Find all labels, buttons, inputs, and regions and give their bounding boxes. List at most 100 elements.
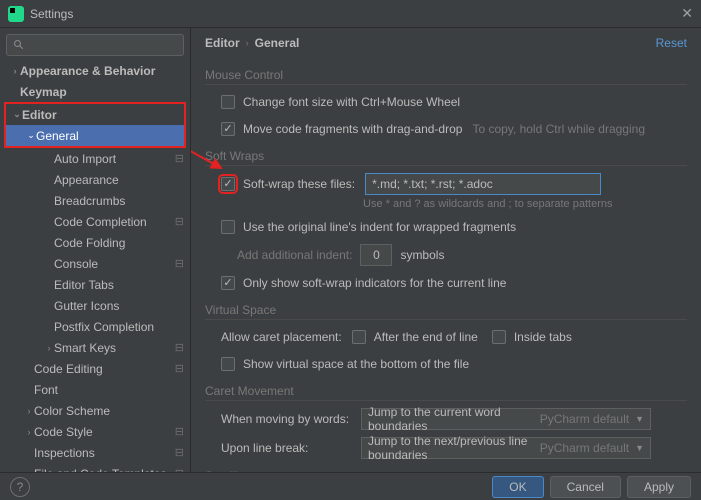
dropdown-line-break[interactable]: Jump to the next/previous line boundarie… — [361, 437, 651, 459]
chevron-down-icon: ⌄ — [12, 109, 22, 120]
label: Move code fragments with drag-and-drop — [243, 122, 462, 136]
section-caret-movement: Caret Movement — [205, 384, 687, 401]
gear-icon: ⊟ — [175, 341, 184, 354]
hint: Use * and ? as wildcards and ; to separa… — [363, 198, 687, 210]
label: Add additional indent: — [237, 248, 352, 262]
chevron-down-icon: ▼ — [635, 443, 644, 453]
label: Show virtual space at the bottom of the … — [243, 357, 469, 371]
chevron-right-icon: › — [24, 427, 34, 437]
sidebar-item-postfix-completion[interactable]: Postfix Completion — [0, 316, 190, 337]
sidebar-item-label: Color Scheme — [34, 404, 184, 418]
cancel-button[interactable]: Cancel — [550, 476, 621, 498]
section-scrolling: Scrolling — [205, 469, 687, 472]
sidebar-item-label: Appearance — [54, 173, 184, 187]
sidebar-item-code-style[interactable]: ›Code Style⊟ — [0, 421, 190, 442]
gear-icon: ⊟ — [175, 425, 184, 438]
sidebar-item-appearance[interactable]: Appearance — [0, 169, 190, 190]
ok-button[interactable]: OK — [492, 476, 543, 498]
reset-link[interactable]: Reset — [656, 36, 687, 50]
sidebar-item-label: Font — [34, 383, 184, 397]
sidebar-item-label: Console — [54, 257, 175, 271]
sidebar-item-label: General — [36, 129, 178, 143]
additional-indent-input[interactable] — [360, 244, 392, 266]
sidebar-item-label: Postfix Completion — [54, 320, 184, 334]
gear-icon: ⊟ — [175, 362, 184, 375]
gear-icon: ⊟ — [175, 446, 184, 459]
sidebar-item-code-completion[interactable]: Code Completion⊟ — [0, 211, 190, 232]
label: Soft-wrap these files: — [243, 177, 355, 191]
sidebar-item-code-folding[interactable]: Code Folding — [0, 232, 190, 253]
checkbox-font-size[interactable] — [221, 95, 235, 109]
sidebar-item-breadcrumbs[interactable]: Breadcrumbs — [0, 190, 190, 211]
apply-button[interactable]: Apply — [627, 476, 691, 498]
chevron-right-icon: › — [24, 406, 34, 416]
sidebar-item-file-and-code-templates[interactable]: File and Code Templates⊟ — [0, 463, 190, 472]
sidebar-item-label: File and Code Templates — [34, 467, 175, 473]
checkbox-after-eol[interactable] — [352, 330, 366, 344]
breadcrumb-part-1: Editor — [205, 36, 240, 50]
close-icon[interactable]: ✕ — [681, 5, 693, 22]
sidebar-item-color-scheme[interactable]: ›Color Scheme — [0, 400, 190, 421]
sidebar-item-label: Code Style — [34, 425, 175, 439]
sidebar-item-label: Code Folding — [54, 236, 184, 250]
label: Change font size with Ctrl+Mouse Wheel — [243, 95, 460, 109]
sidebar-item-label: Editor Tabs — [54, 278, 184, 292]
chevron-right-icon: › — [10, 66, 20, 76]
label: Use the original line's indent for wrapp… — [243, 220, 516, 234]
sidebar-item-label: Gutter Icons — [54, 299, 184, 313]
help-button[interactable]: ? — [10, 477, 30, 497]
sidebar-item-gutter-icons[interactable]: Gutter Icons — [0, 295, 190, 316]
label: symbols — [400, 248, 444, 262]
checkbox-soft-wrap[interactable] — [221, 177, 235, 191]
gear-icon: ⊟ — [175, 152, 184, 165]
sidebar-item-inspections[interactable]: Inspections⊟ — [0, 442, 190, 463]
sidebar-item-font[interactable]: Font — [0, 379, 190, 400]
label: When moving by words: — [221, 412, 361, 426]
checkbox-soft-wrap-indicators[interactable] — [221, 276, 235, 290]
sidebar-item-label: Breadcrumbs — [54, 194, 184, 208]
search-input[interactable] — [6, 34, 184, 56]
gear-icon: ⊟ — [175, 257, 184, 270]
chevron-down-icon: ▼ — [635, 414, 644, 424]
chevron-right-icon: › — [246, 38, 249, 48]
label: Upon line break: — [221, 441, 361, 455]
sidebar-item-label: Smart Keys — [54, 341, 175, 355]
sidebar-item-editor[interactable]: ⌄Editor — [6, 104, 184, 125]
soft-wrap-patterns-input[interactable] — [365, 173, 601, 195]
sidebar-item-label: Keymap — [20, 85, 184, 99]
sidebar-item-label: Auto Import — [54, 152, 175, 166]
sidebar-item-editor-tabs[interactable]: Editor Tabs — [0, 274, 190, 295]
label: Inside tabs — [514, 330, 572, 344]
sidebar-item-label: Code Completion — [54, 215, 175, 229]
sidebar-item-keymap[interactable]: Keymap — [0, 81, 190, 102]
breadcrumb-part-2: General — [255, 36, 300, 50]
section-soft-wraps: Soft Wraps — [205, 149, 687, 166]
sidebar-item-label: Inspections — [34, 446, 175, 460]
hint: To copy, hold Ctrl while dragging — [472, 122, 645, 136]
app-icon — [8, 6, 24, 22]
sidebar-item-label: Appearance & Behavior — [20, 64, 184, 78]
checkbox-drag-drop[interactable] — [221, 122, 235, 136]
chevron-right-icon: › — [44, 343, 54, 353]
dropdown-word-boundaries[interactable]: Jump to the current word boundaries PyCh… — [361, 408, 651, 430]
sidebar-item-appearance-behavior[interactable]: ›Appearance & Behavior — [0, 60, 190, 81]
section-mouse-control: Mouse Control — [205, 68, 687, 85]
sidebar-item-general[interactable]: ⌄General — [6, 125, 184, 146]
sidebar-item-label: Editor — [22, 108, 178, 122]
sidebar-item-console[interactable]: Console⊟ — [0, 253, 190, 274]
window-title: Settings — [30, 7, 681, 21]
checkbox-inside-tabs[interactable] — [492, 330, 506, 344]
label: Allow caret placement: — [221, 330, 342, 344]
section-virtual-space: Virtual Space — [205, 303, 687, 320]
sidebar-item-label: Code Editing — [34, 362, 175, 376]
chevron-down-icon: ⌄ — [26, 130, 36, 141]
sidebar-item-code-editing[interactable]: Code Editing⊟ — [0, 358, 190, 379]
gear-icon: ⊟ — [175, 467, 184, 472]
label: After the end of line — [374, 330, 478, 344]
checkbox-virtual-bottom[interactable] — [221, 357, 235, 371]
checkbox-original-indent[interactable] — [221, 220, 235, 234]
sidebar-item-auto-import[interactable]: Auto Import⊟ — [0, 148, 190, 169]
sidebar-item-smart-keys[interactable]: ›Smart Keys⊟ — [0, 337, 190, 358]
gear-icon: ⊟ — [175, 215, 184, 228]
label: Only show soft-wrap indicators for the c… — [243, 276, 506, 290]
